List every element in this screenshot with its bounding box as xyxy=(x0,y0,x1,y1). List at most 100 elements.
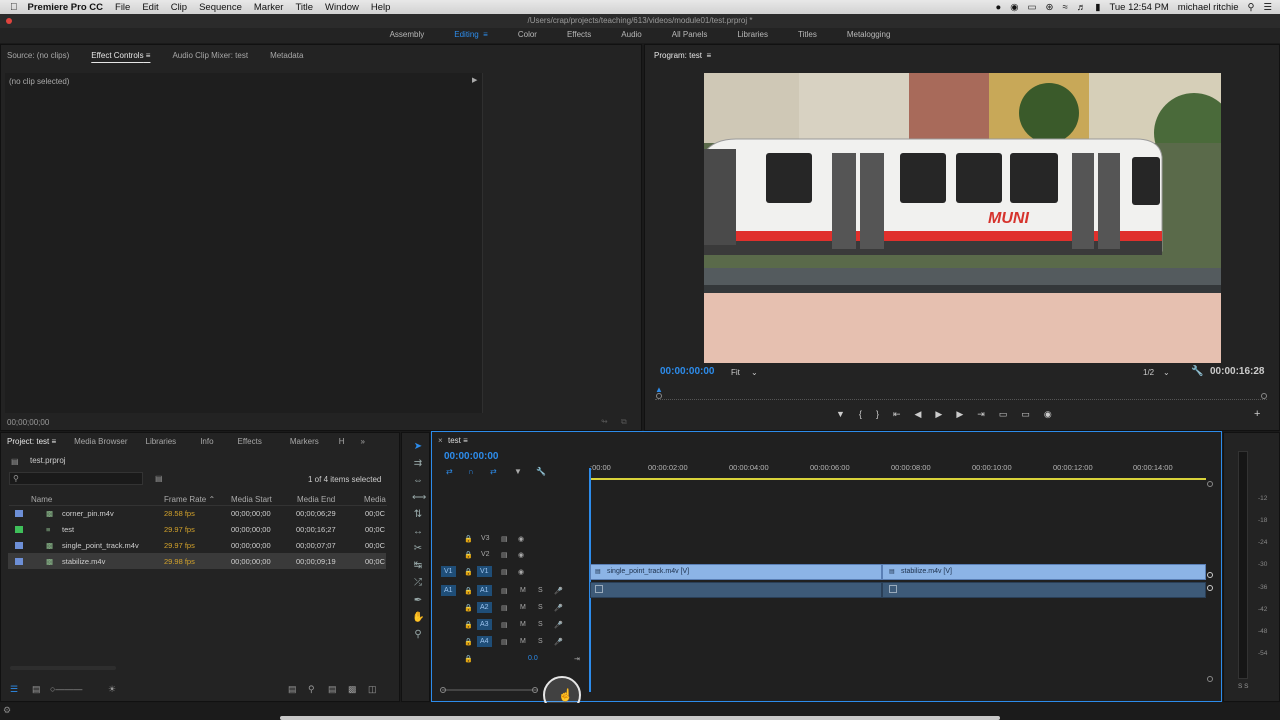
lock-icon[interactable]: 🔒 xyxy=(464,621,473,629)
lock-icon[interactable]: 🔒 xyxy=(464,551,473,559)
video-clip[interactable]: ▤ single_point_track.m4v [V] xyxy=(590,564,882,580)
solo-button[interactable]: S xyxy=(538,604,543,611)
timeline-playhead[interactable] xyxy=(589,468,591,692)
mic-icon[interactable]: 🎤 xyxy=(554,638,563,646)
workspace-all-panels[interactable]: All Panels xyxy=(672,28,708,43)
lock-icon[interactable]: 🔒 xyxy=(464,638,473,646)
lock-icon[interactable]: 🔒 xyxy=(464,568,473,576)
track-name-v3[interactable]: V3 xyxy=(481,535,490,542)
source-patch-a1[interactable]: A1 xyxy=(441,585,456,596)
tab-sequence[interactable]: test ≡ xyxy=(448,436,468,445)
solo-button[interactable]: S xyxy=(538,587,543,594)
mute-button[interactable]: M xyxy=(520,638,526,645)
scrub-left-handle[interactable] xyxy=(656,393,662,399)
workspace-audio[interactable]: Audio xyxy=(621,28,641,43)
resolution-select[interactable]: 1/2 ⌄ xyxy=(1143,368,1170,377)
mute-button[interactable]: M xyxy=(520,587,526,594)
rolling-edit-tool-icon[interactable]: ⟷ xyxy=(412,492,426,504)
source-patch-v1[interactable]: V1 xyxy=(441,566,456,577)
column-media-start[interactable]: Media Start xyxy=(231,495,272,504)
sync-lock-icon[interactable]: ▤ xyxy=(501,621,508,629)
mute-button[interactable]: M xyxy=(520,621,526,628)
column-media-end[interactable]: Media End xyxy=(297,495,335,504)
slide-tool-icon[interactable]: ⤮ xyxy=(412,577,424,589)
table-row[interactable]: ▩ corner_pin.m4v 28.58 fps 00;00;00;00 0… xyxy=(8,505,386,521)
tab-program[interactable]: Program: test ≡ xyxy=(654,51,711,60)
step-back-icon[interactable]: ◀ xyxy=(915,409,922,421)
mic-icon[interactable]: 🎤 xyxy=(554,604,563,612)
timeline-timecode[interactable]: 00:00:00:00 xyxy=(444,451,498,462)
eye-icon[interactable]: ◉ xyxy=(518,551,524,559)
label-color-swatch[interactable] xyxy=(15,542,23,549)
selection-tool-icon[interactable]: ➤ xyxy=(412,441,424,453)
table-row[interactable]: ≡ test 29.97 fps 00;00;00;00 00;00;16;27… xyxy=(8,521,386,537)
new-item-icon[interactable]: ▩ xyxy=(348,684,357,695)
label-color-swatch[interactable] xyxy=(15,510,23,517)
add-button-icon[interactable]: + xyxy=(1254,408,1260,420)
label-color-swatch[interactable] xyxy=(15,526,23,533)
track-name-a4[interactable]: A4 xyxy=(477,636,492,647)
status-icon[interactable]: ● xyxy=(996,2,1002,13)
tab-markers[interactable]: Markers xyxy=(290,437,319,446)
tab-media-browser[interactable]: Media Browser xyxy=(74,437,127,446)
tab-libraries[interactable]: Libraries xyxy=(146,437,177,446)
go-to-end-icon[interactable]: ⇥ xyxy=(574,655,580,663)
workspace-metalogging[interactable]: Metalogging xyxy=(847,28,891,43)
zoom-fit-select[interactable]: Fit ⌄ xyxy=(731,368,758,377)
sync-lock-icon[interactable]: ▤ xyxy=(501,568,508,576)
creative-cloud-icon[interactable]: ◉ xyxy=(1010,2,1018,13)
more-tabs-icon[interactable]: » xyxy=(361,437,365,446)
ripple-edit-tool-icon[interactable]: ⇔ xyxy=(412,475,424,487)
trash-icon[interactable]: ◫ xyxy=(368,684,377,695)
volume-icon[interactable]: ♬ xyxy=(1077,2,1087,13)
mute-button[interactable]: M xyxy=(520,604,526,611)
timeline-zoom-scrollbar[interactable] xyxy=(440,687,538,693)
tab-history[interactable]: H xyxy=(339,437,345,446)
track-name-a1[interactable]: A1 xyxy=(477,585,492,596)
column-media[interactable]: Media xyxy=(364,495,386,504)
audio-end-handle[interactable] xyxy=(1207,585,1213,591)
program-timecode[interactable]: 00:00:00:00 xyxy=(660,366,714,377)
sync-lock-icon[interactable]: ▤ xyxy=(501,587,508,595)
column-name[interactable]: Name xyxy=(31,495,52,504)
hand-tool-icon[interactable]: ✋ xyxy=(412,612,424,624)
spotlight-icon[interactable]: ⚲ xyxy=(1248,2,1255,13)
pen-tool-icon[interactable]: ✒ xyxy=(412,595,424,607)
wrench-icon[interactable]: 🔧 xyxy=(1191,366,1203,377)
project-horizontal-scrollbar[interactable] xyxy=(10,666,116,670)
audio-clip[interactable] xyxy=(882,582,1206,598)
expand-arrow-icon[interactable]: ▶ xyxy=(472,76,477,84)
column-frame-rate[interactable]: Frame Rate ⌃ xyxy=(164,495,215,504)
airplay-icon[interactable]: ▭ xyxy=(1028,2,1037,13)
menu-marker[interactable]: Marker xyxy=(254,2,284,13)
work-area-bar[interactable] xyxy=(589,478,1206,480)
linked-selection-icon[interactable]: ⇄ xyxy=(490,467,497,476)
tab-project[interactable]: Project: test ≡ xyxy=(7,437,56,446)
snap-icon[interactable]: ∩ xyxy=(468,467,474,476)
workspace-color[interactable]: Color xyxy=(518,28,537,43)
sync-lock-icon[interactable]: ▤ xyxy=(501,535,508,543)
lock-icon[interactable]: 🔒 xyxy=(464,655,473,663)
tab-info[interactable]: Info xyxy=(200,437,213,446)
video-clip[interactable]: ▤ stabilize.m4v [V] xyxy=(882,564,1206,580)
solo-channels[interactable]: S S xyxy=(1238,683,1248,690)
mic-icon[interactable]: 🎤 xyxy=(554,621,563,629)
scrub-right-handle[interactable] xyxy=(1261,393,1267,399)
sync-lock-icon[interactable]: ▤ xyxy=(501,551,508,559)
timeline-settings-icon[interactable]: 🔧 xyxy=(536,467,546,476)
eye-icon[interactable]: ◉ xyxy=(518,568,524,576)
wifi-icon[interactable]: ≈ xyxy=(1063,2,1068,13)
mark-out-icon[interactable]: } xyxy=(876,409,879,421)
add-marker-icon[interactable]: ▼ xyxy=(836,409,845,421)
zoom-max-icon[interactable]: ☀ xyxy=(108,684,116,695)
program-video-frame[interactable]: MUNI xyxy=(704,73,1221,363)
lock-icon[interactable]: 🔒 xyxy=(464,587,473,595)
lift-icon[interactable]: ▭ xyxy=(999,409,1008,421)
find-icon[interactable]: ⚲ xyxy=(308,684,315,695)
menu-sequence[interactable]: Sequence xyxy=(199,2,242,13)
bluetooth-icon[interactable]: ⊛ xyxy=(1046,2,1054,13)
razor-tool-icon[interactable]: ✂ xyxy=(412,543,424,555)
zoom-slider-icon[interactable]: ○——— xyxy=(50,684,82,694)
menu-file[interactable]: File xyxy=(115,2,130,13)
vertical-zoom-handle-top[interactable] xyxy=(1207,481,1213,487)
